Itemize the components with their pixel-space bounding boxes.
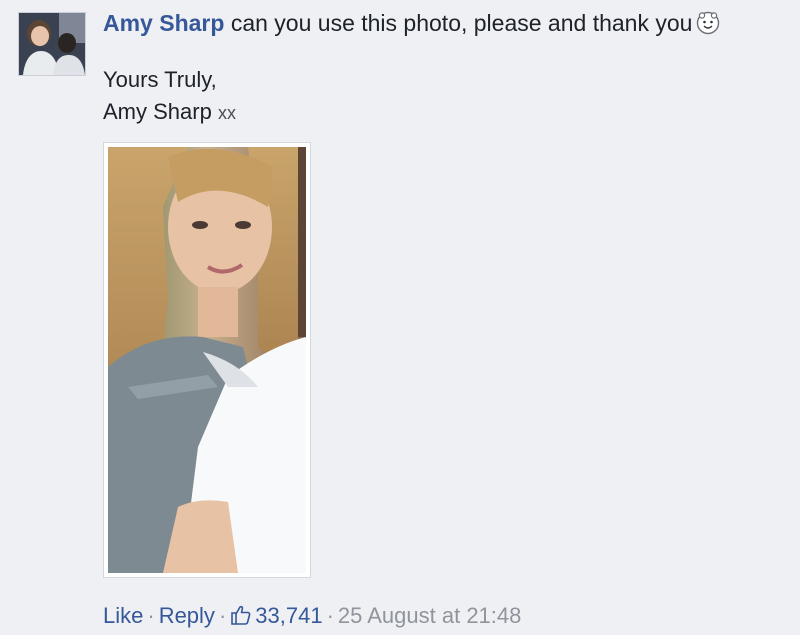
comment-body: Amy Sharp can you use this photo, please… <box>103 6 793 129</box>
like-link[interactable]: Like <box>103 603 143 628</box>
thumbs-up-icon <box>230 603 252 635</box>
author-name-link[interactable]: Amy Sharp <box>103 10 224 36</box>
comment-line: Amy Sharp can you use this photo, please… <box>103 6 793 44</box>
signoff-name-line: Amy Sharp xx <box>103 96 793 129</box>
avatar-photo <box>19 13 85 75</box>
avatar[interactable] <box>18 12 86 76</box>
signoff-line: Yours Truly, <box>103 67 217 92</box>
signoff-name: Amy Sharp <box>103 99 212 124</box>
comment-text: can you use this photo, please and thank… <box>230 10 693 36</box>
timestamp[interactable]: 25 August at 21:48 <box>338 603 522 628</box>
reply-link[interactable]: Reply <box>159 603 215 628</box>
signoff: Yours Truly, Amy Sharp xx <box>103 64 793 129</box>
like-count-value: 33,741 <box>255 603 323 628</box>
comment: Amy Sharp can you use this photo, please… <box>0 0 800 632</box>
separator: · <box>147 603 155 628</box>
attached-photo[interactable] <box>103 142 311 578</box>
separator: · <box>326 603 334 628</box>
smiley-face-icon <box>696 10 720 44</box>
separator: · <box>218 603 227 628</box>
signoff-suffix: xx <box>217 103 236 123</box>
like-count[interactable]: 33,741 <box>230 603 323 628</box>
comment-actions: Like · Reply · 33,741 · 25 August at 21:48 <box>103 600 521 635</box>
photo-image <box>108 147 306 573</box>
